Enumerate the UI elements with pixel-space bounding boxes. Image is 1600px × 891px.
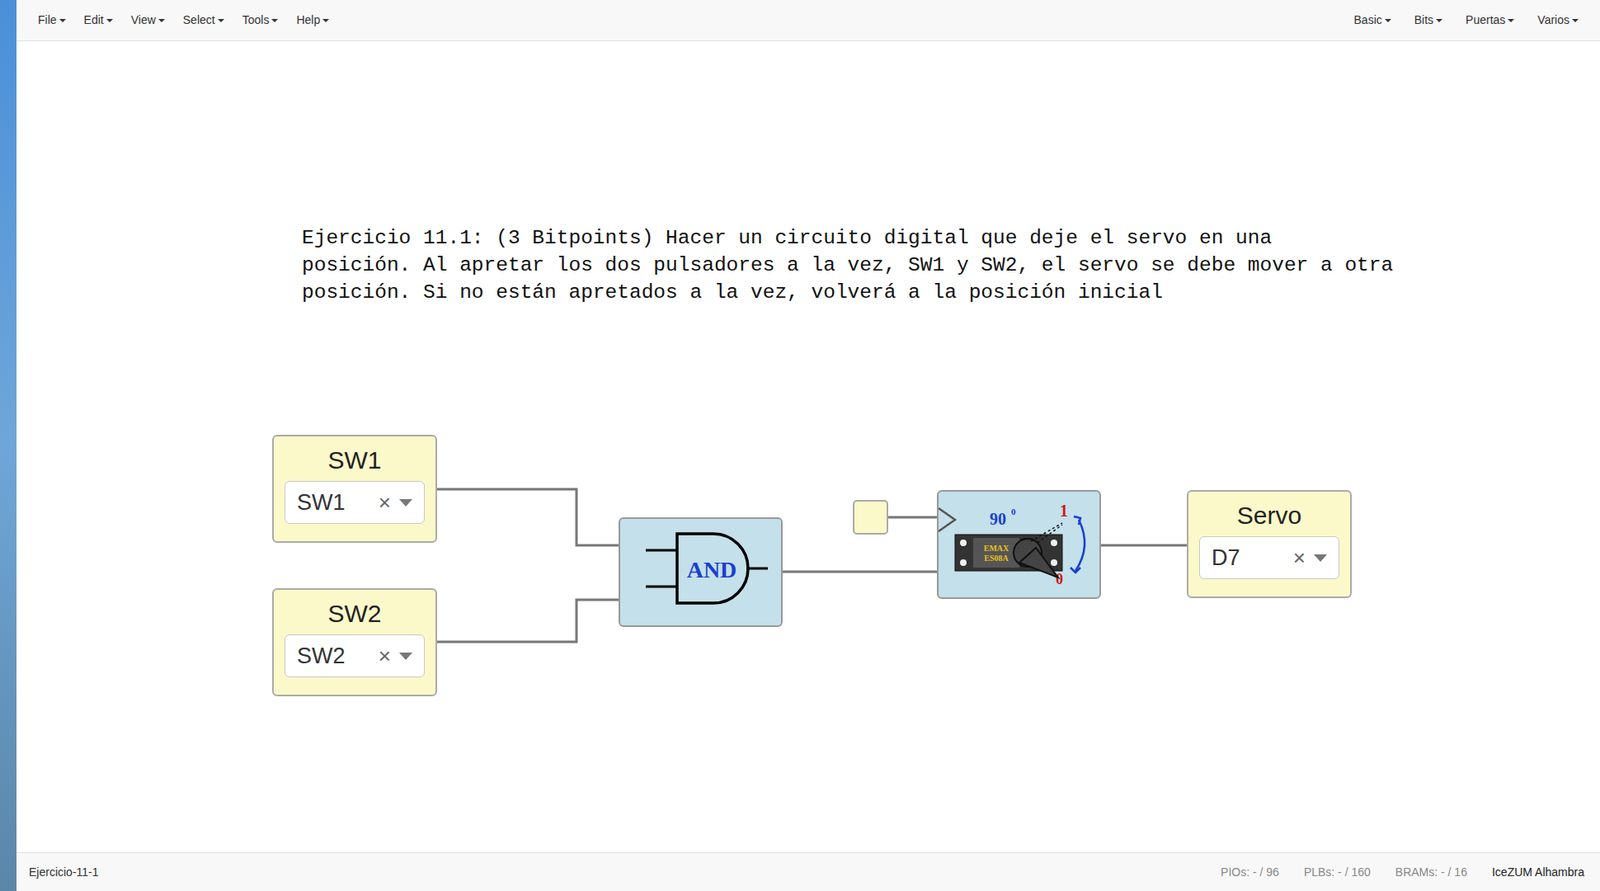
menu-right: BasicBitsPuertasVarios — [1345, 8, 1588, 33]
menu-item[interactable]: Help — [287, 8, 339, 33]
status-right: PIOs: - / 96 PLBs: - / 160 BRAMs: - / 16 Ic… — [1220, 863, 1588, 881]
select-value: D7 — [1211, 541, 1294, 575]
and-gate-icon: AND — [630, 527, 772, 618]
caret-icon — [322, 18, 330, 23]
clear-button[interactable]: × — [378, 640, 391, 673]
dropdown-arrow-icon[interactable] — [399, 498, 413, 507]
block-title: Servo — [1188, 499, 1351, 532]
svg-text:EMAX: EMAX — [983, 543, 1010, 553]
block-title: SW1 — [273, 444, 436, 476]
select-value: SW1 — [296, 485, 379, 520]
menu-item[interactable]: File — [28, 8, 76, 33]
output-block[interactable]: Servo D7× — [1186, 489, 1352, 598]
comment-line: posición. Si no están apretados a la vez… — [301, 278, 1393, 306]
input-block[interactable]: SW2SW2× — [272, 588, 438, 697]
status-bar: Ejercicio-11-1 PIOs: - / 96 PLBs: - / 160 B… — [16, 851, 1600, 891]
port-select[interactable]: SW1× — [284, 480, 425, 524]
input-block[interactable]: SW1SW1× — [272, 434, 438, 543]
svg-text:0: 0 — [1011, 506, 1017, 517]
clear-button[interactable]: × — [1293, 541, 1306, 575]
block-menu-item[interactable]: Bits — [1405, 8, 1452, 33]
menu-item[interactable]: Select — [174, 8, 234, 33]
servo-icon: 90 0 1 0 EMAXES08A — [938, 491, 1100, 598]
app: FileEditViewSelectToolsHelp BasicBitsPuer… — [0, 0, 1600, 891]
svg-text:90: 90 — [989, 509, 1007, 528]
svg-text:AND: AND — [686, 556, 737, 583]
clear-button[interactable]: × — [378, 486, 391, 519]
svg-text:ES08A: ES08A — [983, 553, 1009, 563]
menu-item[interactable]: View — [122, 8, 175, 33]
caret-icon — [1384, 18, 1392, 23]
block-menu-item[interactable]: Basic — [1345, 8, 1401, 33]
constant-input[interactable] — [852, 499, 889, 535]
canvas[interactable]: Ejercicio 11.1: (3 Bitpoints) Hacer un c… — [16, 41, 1600, 852]
select-value: SW2 — [296, 639, 379, 673]
caret-icon — [217, 18, 225, 23]
menu-item[interactable]: Edit — [75, 8, 123, 33]
wires — [16, 41, 1600, 852]
file-name: Ejercicio-11-1 — [28, 863, 99, 881]
desktop-strip — [0, 0, 17, 891]
resource-stat: PLBs: - / 160 — [1303, 863, 1371, 881]
svg-text:0: 0 — [1055, 570, 1064, 588]
caret-icon — [271, 18, 278, 23]
resource-stat: PIOs: - / 96 — [1220, 863, 1280, 881]
caret-icon — [1435, 18, 1443, 23]
caret-icon — [1507, 18, 1515, 23]
port-select[interactable]: D7× — [1199, 536, 1340, 579]
comment-line: posición. Al apretar los dos pulsadores … — [301, 251, 1393, 279]
resource-stat: BRAMs: - / 16 — [1395, 863, 1468, 881]
comment-line: Ejercicio 11.1: (3 Bitpoints) Hacer un c… — [301, 224, 1393, 252]
block-menu-item[interactable]: Puertas — [1456, 8, 1524, 33]
servo-block[interactable]: 90 0 1 0 EMAXES08A — [936, 489, 1102, 599]
menu-left: FileEditViewSelectToolsHelp — [28, 8, 339, 33]
dropdown-arrow-icon[interactable] — [399, 652, 413, 660]
dropdown-arrow-icon[interactable] — [1313, 554, 1328, 562]
comment: Ejercicio 11.1: (3 Bitpoints) Hacer un c… — [301, 224, 1393, 306]
caret-icon — [106, 18, 113, 23]
svg-text:1: 1 — [1059, 501, 1069, 520]
menu-item[interactable]: Tools — [233, 8, 288, 33]
menu-bar: FileEditViewSelectToolsHelp BasicBitsPuer… — [16, 0, 1600, 42]
caret-icon — [158, 18, 165, 23]
block-title: SW2 — [273, 597, 436, 630]
port-select[interactable]: SW2× — [284, 634, 425, 678]
caret-icon — [1571, 18, 1579, 23]
caret-icon — [59, 18, 66, 23]
main-window: FileEditViewSelectToolsHelp BasicBitsPuer… — [16, 0, 1600, 891]
block-menu-item[interactable]: Varios — [1528, 8, 1588, 33]
board-name[interactable]: IceZUM Alhambra — [1491, 863, 1585, 881]
and-gate-block[interactable]: AND — [618, 517, 783, 627]
